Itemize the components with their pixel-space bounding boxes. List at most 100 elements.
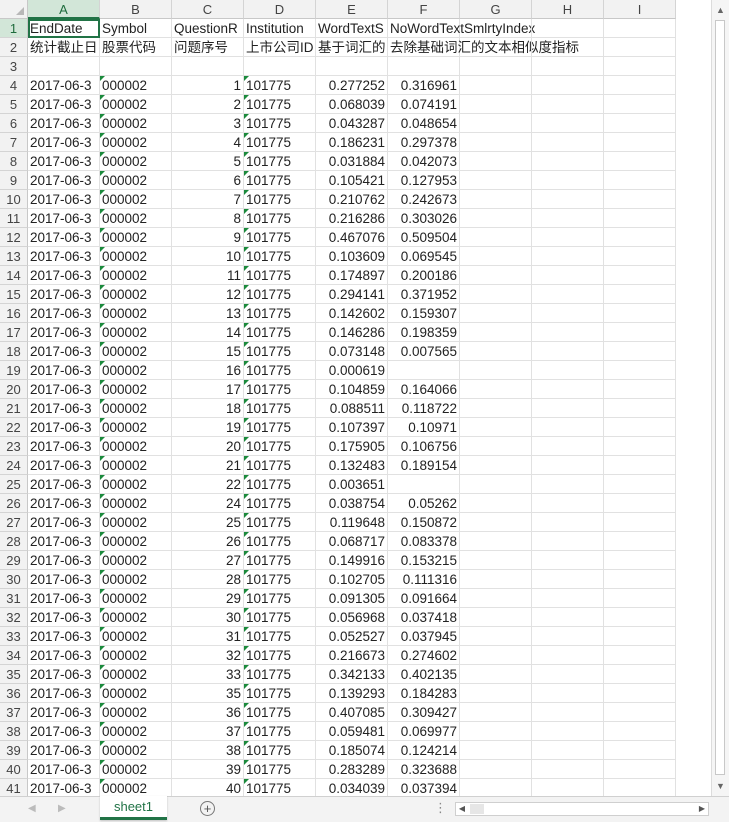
cell[interactable] (460, 399, 532, 418)
cell[interactable]: 2017-06-3 (28, 722, 100, 741)
cell[interactable]: 2017-06-3 (28, 779, 100, 796)
cell[interactable]: 101775 (244, 779, 316, 796)
cell[interactable] (532, 304, 604, 323)
cell[interactable] (532, 475, 604, 494)
cell[interactable]: 21 (172, 456, 244, 475)
cell[interactable]: 12 (172, 285, 244, 304)
cell[interactable]: 0.185074 (316, 741, 388, 760)
row-header[interactable]: 4 (0, 76, 28, 95)
cell[interactable] (604, 114, 676, 133)
cell[interactable]: 27 (172, 551, 244, 570)
row-header[interactable]: 10 (0, 190, 28, 209)
cell[interactable]: 101775 (244, 608, 316, 627)
cell[interactable]: 0.107397 (316, 418, 388, 437)
cell[interactable] (532, 380, 604, 399)
cell[interactable]: 25 (172, 513, 244, 532)
cell[interactable]: 2017-06-3 (28, 228, 100, 247)
cell[interactable]: Symbol (100, 19, 172, 38)
cell[interactable] (460, 304, 532, 323)
cell[interactable]: 000002 (100, 152, 172, 171)
cell[interactable] (388, 57, 460, 76)
row-header[interactable]: 29 (0, 551, 28, 570)
cell[interactable] (532, 133, 604, 152)
cell[interactable]: 000002 (100, 323, 172, 342)
cell[interactable] (604, 209, 676, 228)
cell[interactable]: 101775 (244, 570, 316, 589)
cell[interactable] (604, 532, 676, 551)
scroll-left-arrow-icon[interactable]: ◀ (456, 803, 468, 815)
cell[interactable]: 000002 (100, 133, 172, 152)
cell[interactable]: 000002 (100, 494, 172, 513)
cell[interactable]: 000002 (100, 741, 172, 760)
cell[interactable] (532, 418, 604, 437)
cell[interactable] (532, 779, 604, 796)
cell[interactable]: 101775 (244, 627, 316, 646)
cell[interactable]: 31 (172, 627, 244, 646)
cell[interactable]: 0.037945 (388, 627, 460, 646)
cell[interactable]: 0.467076 (316, 228, 388, 247)
cell[interactable]: 33 (172, 665, 244, 684)
cell[interactable]: 2017-06-3 (28, 494, 100, 513)
cell[interactable]: 0.150872 (388, 513, 460, 532)
cell[interactable] (604, 342, 676, 361)
cell[interactable]: 2017-06-3 (28, 589, 100, 608)
cell[interactable]: 3 (172, 114, 244, 133)
cell[interactable]: 0.407085 (316, 703, 388, 722)
cell[interactable] (532, 95, 604, 114)
cell[interactable]: 000002 (100, 646, 172, 665)
cell[interactable] (604, 494, 676, 513)
cell[interactable] (604, 190, 676, 209)
cell[interactable]: 0.091305 (316, 589, 388, 608)
cell[interactable]: 0.242673 (388, 190, 460, 209)
cell[interactable] (604, 285, 676, 304)
cell[interactable] (604, 361, 676, 380)
cell[interactable] (532, 342, 604, 361)
select-all-corner[interactable] (0, 0, 28, 19)
cell[interactable] (604, 741, 676, 760)
cell[interactable] (460, 627, 532, 646)
cell[interactable] (460, 114, 532, 133)
vertical-scroll-thumb[interactable] (715, 20, 725, 775)
row-header[interactable]: 28 (0, 532, 28, 551)
cell[interactable]: 0.037394 (388, 779, 460, 796)
cell[interactable]: 0.294141 (316, 285, 388, 304)
cell[interactable]: 2017-06-3 (28, 703, 100, 722)
cell[interactable]: 101775 (244, 589, 316, 608)
cell[interactable] (604, 760, 676, 779)
cell[interactable]: 000002 (100, 608, 172, 627)
cell[interactable]: 2017-06-3 (28, 437, 100, 456)
cell[interactable]: 101775 (244, 703, 316, 722)
row-header[interactable]: 6 (0, 114, 28, 133)
cell[interactable]: 0.007565 (388, 342, 460, 361)
cell[interactable]: 0.509504 (388, 228, 460, 247)
cell[interactable]: 8 (172, 209, 244, 228)
cell[interactable] (532, 285, 604, 304)
row-header[interactable]: 34 (0, 646, 28, 665)
cell[interactable] (460, 722, 532, 741)
cell[interactable]: 0.309427 (388, 703, 460, 722)
cell[interactable] (460, 247, 532, 266)
cell[interactable]: 000002 (100, 190, 172, 209)
cell[interactable]: 0.074191 (388, 95, 460, 114)
cell[interactable]: 0.106756 (388, 437, 460, 456)
cell[interactable]: 101775 (244, 95, 316, 114)
cell[interactable] (604, 57, 676, 76)
cell[interactable]: 2017-06-3 (28, 418, 100, 437)
cell[interactable] (532, 722, 604, 741)
row-header[interactable]: 16 (0, 304, 28, 323)
cell[interactable]: 2017-06-3 (28, 133, 100, 152)
cell[interactable]: 0.139293 (316, 684, 388, 703)
row-header[interactable]: 26 (0, 494, 28, 513)
cell[interactable]: 26 (172, 532, 244, 551)
cell[interactable]: 2017-06-3 (28, 456, 100, 475)
cell[interactable] (460, 513, 532, 532)
cell[interactable]: 0.043287 (316, 114, 388, 133)
cell[interactable] (460, 19, 532, 38)
row-header[interactable]: 11 (0, 209, 28, 228)
cell[interactable]: 0.088511 (316, 399, 388, 418)
row-header[interactable]: 5 (0, 95, 28, 114)
cell[interactable]: 4 (172, 133, 244, 152)
cell[interactable]: 28 (172, 570, 244, 589)
cell[interactable]: 101775 (244, 76, 316, 95)
cell[interactable]: 000002 (100, 171, 172, 190)
